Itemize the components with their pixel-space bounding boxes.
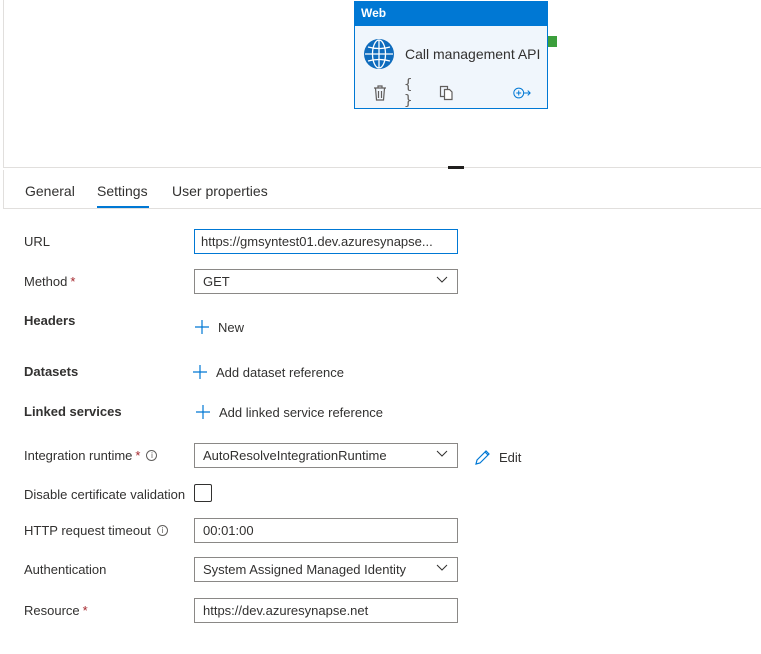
edit-integration-runtime-button[interactable]: Edit (474, 449, 521, 466)
url-input[interactable]: https://gmsyntest01.dev.azuresynapse... (194, 229, 458, 254)
disable-cert-label: Disable certificate validation (24, 487, 186, 502)
integration-runtime-label: Integration runtime * i (24, 448, 158, 463)
active-tab-indicator (97, 206, 149, 208)
url-label: URL (24, 234, 51, 249)
activity-type-label: Web (355, 2, 547, 26)
plus-icon (196, 405, 210, 419)
output-port[interactable] (548, 36, 557, 47)
chevron-down-icon (436, 450, 448, 457)
globe-icon (364, 39, 394, 69)
info-icon[interactable]: i (156, 525, 168, 536)
authentication-label: Authentication (24, 562, 107, 577)
headers-label: Headers (24, 313, 76, 328)
linked-services-label: Linked services (24, 404, 122, 419)
delete-icon[interactable] (371, 84, 389, 102)
chevron-down-icon (436, 564, 448, 571)
add-dataset-reference-button[interactable]: Add dataset reference (192, 364, 344, 380)
timeout-input[interactable]: 00:01:00 (194, 518, 458, 543)
resource-label: Resource * (24, 603, 88, 618)
timeout-label: HTTP request timeout i (24, 523, 168, 538)
add-linked-service-reference-button[interactable]: Add linked service reference (195, 404, 383, 420)
activity-name: Call management API (405, 46, 541, 62)
add-header-button[interactable]: New (194, 319, 244, 335)
code-icon[interactable]: { } (404, 77, 422, 109)
copy-icon[interactable] (437, 84, 455, 102)
disable-cert-checkbox[interactable] (194, 484, 212, 502)
panel-resize-handle[interactable] (448, 166, 464, 169)
web-activity-node[interactable]: Web Call management API { } (354, 1, 548, 109)
properties-tabs: General Settings User properties (3, 170, 761, 209)
plus-icon (193, 365, 207, 379)
tab-general[interactable]: General (25, 183, 75, 199)
integration-runtime-select[interactable]: AutoResolveIntegrationRuntime (194, 443, 458, 468)
tab-user-properties[interactable]: User properties (172, 183, 268, 199)
method-label: Method * (24, 274, 76, 289)
pencil-icon (475, 450, 490, 465)
resource-input[interactable]: https://dev.azuresynapse.net (194, 598, 458, 623)
plus-icon (195, 320, 209, 334)
info-icon[interactable]: i (146, 450, 158, 461)
authentication-select[interactable]: System Assigned Managed Identity (194, 557, 458, 582)
chevron-down-icon (436, 276, 448, 283)
tab-settings[interactable]: Settings (97, 183, 148, 199)
datasets-label: Datasets (24, 364, 79, 379)
method-select[interactable]: GET (194, 269, 458, 294)
add-output-icon[interactable] (513, 84, 531, 102)
